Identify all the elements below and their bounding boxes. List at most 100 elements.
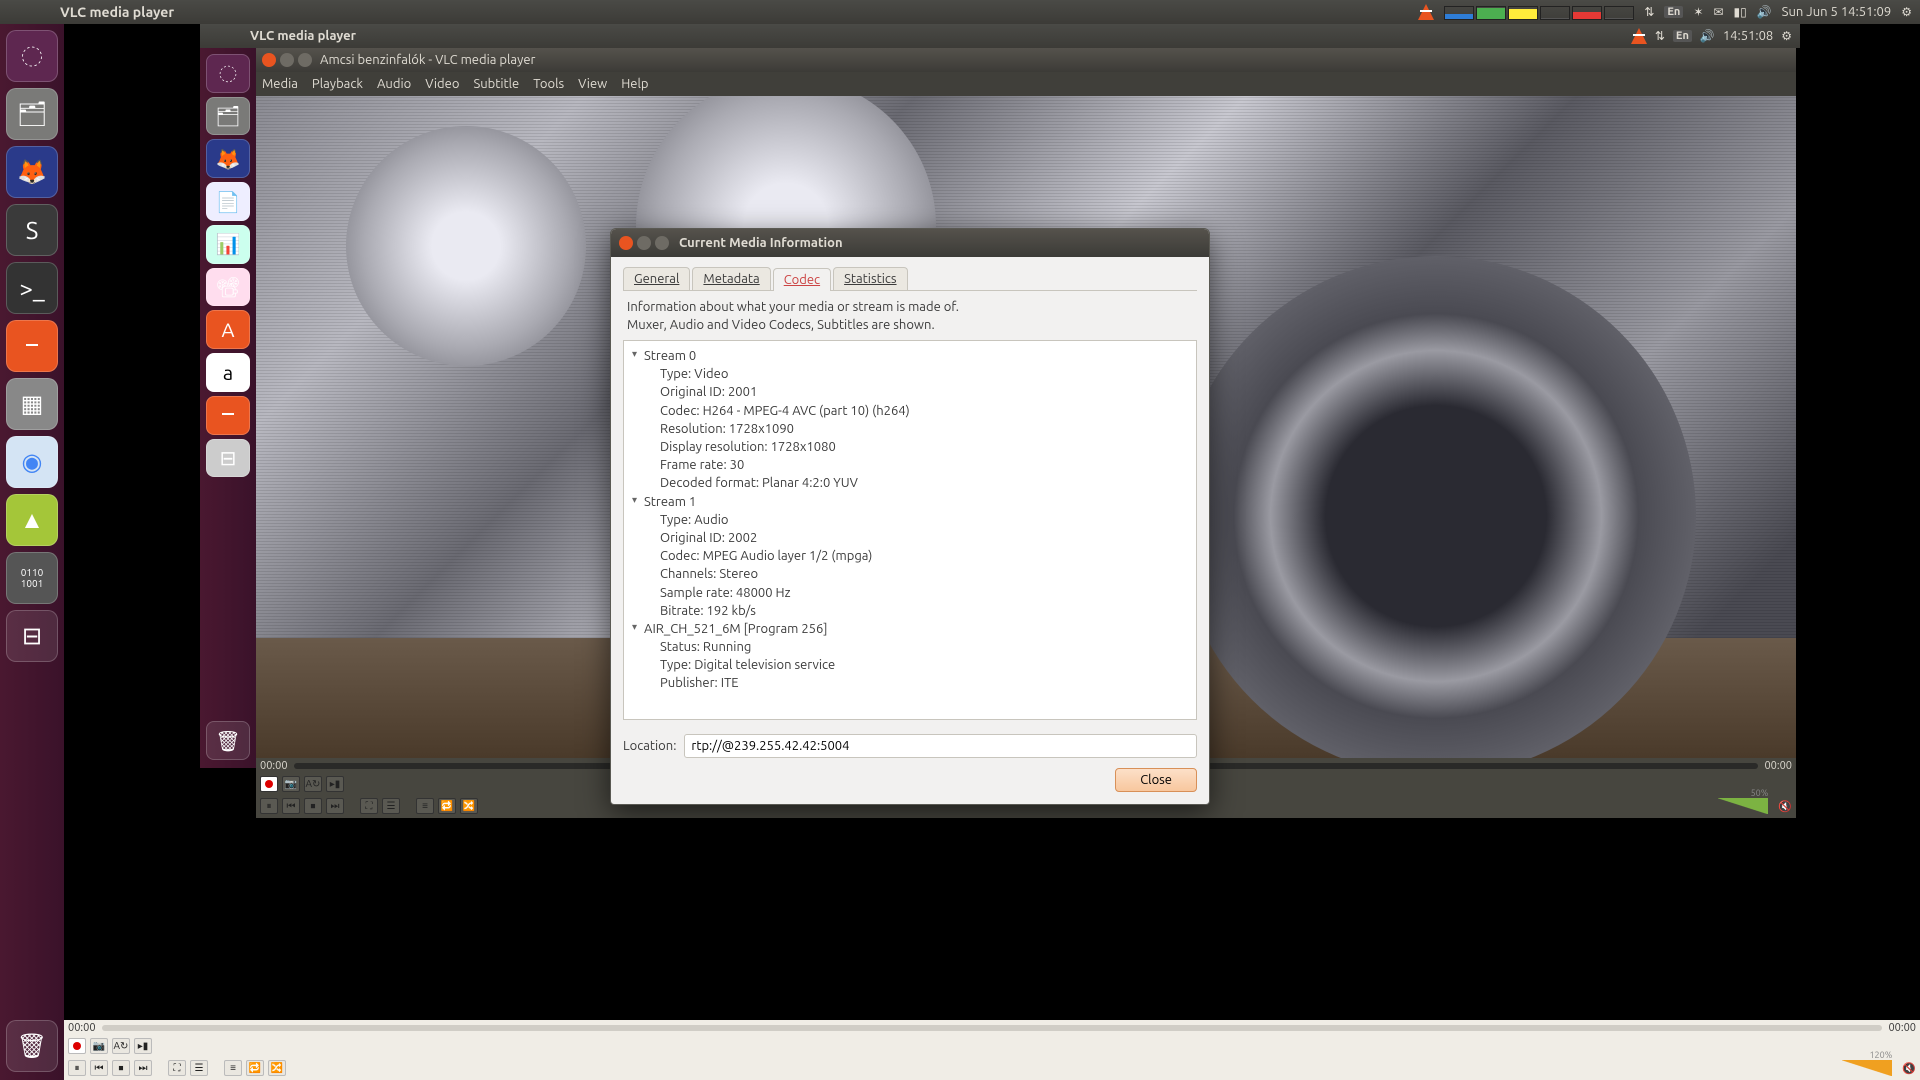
menu-media[interactable]: Media bbox=[262, 77, 298, 91]
terminal-icon[interactable]: >_ bbox=[6, 262, 58, 314]
impress-icon-inner[interactable]: 📽 bbox=[206, 268, 250, 307]
disk-icon[interactable]: ⊟ bbox=[6, 610, 58, 662]
extended-settings-button-outer[interactable]: ☰ bbox=[190, 1060, 208, 1076]
window-close-icon[interactable] bbox=[262, 53, 276, 67]
tab-codec[interactable]: Codec bbox=[773, 268, 831, 291]
firefox-icon[interactable]: 🦊 bbox=[6, 146, 58, 198]
time-total-outer[interactable]: 00:00 bbox=[1888, 1022, 1916, 1034]
dash-icon[interactable]: ◌ bbox=[6, 30, 58, 82]
android-studio-icon[interactable]: ▲ bbox=[6, 494, 58, 546]
files-icon-inner[interactable]: 🗂 bbox=[206, 97, 250, 136]
loop-button-outer[interactable]: 🔁 bbox=[246, 1060, 264, 1076]
loop-ab-button-outer[interactable]: A↻ bbox=[112, 1038, 130, 1054]
keyboard-indicator[interactable]: En bbox=[1664, 6, 1683, 18]
previous-button-outer[interactable]: ⏮ bbox=[90, 1060, 108, 1076]
menu-playback[interactable]: Playback bbox=[312, 77, 363, 91]
shuffle-button[interactable]: 🔀 bbox=[460, 798, 478, 814]
pause-button[interactable]: ⏸ bbox=[260, 798, 278, 814]
snapshot-button[interactable]: 📷 bbox=[282, 776, 300, 792]
volume-icon[interactable]: 🔊 bbox=[1757, 5, 1772, 19]
window-maximize-icon[interactable] bbox=[298, 53, 312, 67]
binary-editor-icon[interactable]: 01101001 bbox=[6, 552, 58, 604]
volume-slider-outer[interactable]: 120% bbox=[1842, 1060, 1892, 1076]
bluetooth-icon[interactable]: ✶ bbox=[1693, 5, 1703, 19]
stream-0-header[interactable]: Stream 0 bbox=[632, 347, 1188, 365]
clock-inner[interactable]: 14:51:08 bbox=[1723, 29, 1773, 43]
menu-help[interactable]: Help bbox=[621, 77, 648, 91]
pause-button-outer[interactable]: ⏸ bbox=[68, 1060, 86, 1076]
amazon-icon-inner[interactable]: a bbox=[206, 353, 250, 392]
location-input[interactable] bbox=[684, 734, 1197, 758]
dialog-minimize-icon[interactable] bbox=[637, 236, 651, 250]
network-icon-inner[interactable]: ⇅ bbox=[1655, 29, 1665, 43]
firefox-icon-inner[interactable]: 🦊 bbox=[206, 139, 250, 178]
menu-tools[interactable]: Tools bbox=[533, 77, 564, 91]
time-elapsed-outer[interactable]: 00:00 bbox=[68, 1022, 96, 1034]
frame-step-button[interactable]: ▸▮ bbox=[326, 776, 344, 792]
mute-icon-outer[interactable]: 🔇 bbox=[1902, 1062, 1916, 1075]
disk-icon-inner[interactable]: ⊟ bbox=[206, 439, 250, 478]
loop-ab-button[interactable]: A↻ bbox=[304, 776, 322, 792]
extended-settings-button[interactable]: ☰ bbox=[382, 798, 400, 814]
fullscreen-button[interactable]: ⛶ bbox=[360, 798, 378, 814]
volume-icon-inner[interactable]: 🔊 bbox=[1700, 29, 1715, 43]
previous-button[interactable]: ⏮ bbox=[282, 798, 300, 814]
vlc-tray-icon-inner[interactable] bbox=[1631, 28, 1647, 44]
session-gear-icon-inner[interactable]: ⚙ bbox=[1781, 29, 1792, 43]
next-button[interactable]: ⏭ bbox=[326, 798, 344, 814]
playlist-button[interactable]: ≡ bbox=[416, 798, 434, 814]
vlc-icon[interactable] bbox=[6, 320, 58, 372]
calc-icon-inner[interactable]: 📊 bbox=[206, 225, 250, 264]
window-minimize-icon[interactable] bbox=[280, 53, 294, 67]
record-button-outer[interactable] bbox=[68, 1038, 86, 1054]
next-button-outer[interactable]: ⏭ bbox=[134, 1060, 152, 1076]
dialog-maximize-icon[interactable] bbox=[655, 236, 669, 250]
tab-statistics[interactable]: Statistics bbox=[833, 267, 907, 290]
vlc-tray-icon[interactable] bbox=[1418, 4, 1434, 20]
frame-step-button-outer[interactable]: ▸▮ bbox=[134, 1038, 152, 1054]
sublime-icon[interactable]: S bbox=[6, 204, 58, 256]
dialog-titlebar[interactable]: Current Media Information bbox=[611, 229, 1209, 257]
network-icon[interactable]: ⇅ bbox=[1644, 5, 1654, 19]
mute-icon-inner[interactable]: 🔇 bbox=[1778, 800, 1792, 813]
stream-1-header[interactable]: Stream 1 bbox=[632, 493, 1188, 511]
loop-button[interactable]: 🔁 bbox=[438, 798, 456, 814]
time-total-inner[interactable]: 00:00 bbox=[1764, 760, 1792, 772]
fullscreen-button-outer[interactable]: ⛶ bbox=[168, 1060, 186, 1076]
menu-video[interactable]: Video bbox=[425, 77, 459, 91]
close-button[interactable]: Close bbox=[1115, 768, 1197, 792]
stop-button[interactable]: ⏹ bbox=[304, 798, 322, 814]
playlist-button-outer[interactable]: ≡ bbox=[224, 1060, 242, 1076]
codec-tree[interactable]: Stream 0 Type: Video Original ID: 2001 C… bbox=[623, 340, 1197, 720]
tab-general[interactable]: General bbox=[623, 267, 690, 290]
trash-icon[interactable]: 🗑 bbox=[6, 1020, 58, 1072]
dash-icon-inner[interactable]: ◌ bbox=[206, 54, 250, 93]
tab-metadata[interactable]: Metadata bbox=[692, 267, 770, 290]
seek-slider-outer[interactable] bbox=[102, 1025, 1883, 1031]
record-button[interactable] bbox=[260, 776, 278, 792]
system-monitor-applet[interactable] bbox=[1444, 4, 1634, 20]
vlc-titlebar[interactable]: Amcsi benzinfalók - VLC media player bbox=[256, 48, 1796, 72]
menu-audio[interactable]: Audio bbox=[377, 77, 411, 91]
volume-slider-inner[interactable]: 50% bbox=[1718, 798, 1768, 814]
trash-icon-inner[interactable]: 🗑 bbox=[206, 721, 250, 760]
menu-view[interactable]: View bbox=[578, 77, 607, 91]
menu-subtitle[interactable]: Subtitle bbox=[473, 77, 519, 91]
writer-icon-inner[interactable]: 📄 bbox=[206, 182, 250, 221]
messages-icon[interactable]: ✉ bbox=[1713, 5, 1723, 19]
software-center-icon-inner[interactable]: A bbox=[206, 310, 250, 349]
chromium-icon[interactable]: ◉ bbox=[6, 436, 58, 488]
vlc-icon-inner[interactable] bbox=[206, 396, 250, 435]
session-gear-icon[interactable]: ⚙ bbox=[1901, 5, 1912, 19]
stop-button-outer[interactable]: ⏹ bbox=[112, 1060, 130, 1076]
shuffle-button-outer[interactable]: 🔀 bbox=[268, 1060, 286, 1076]
files-icon[interactable]: 🗂 bbox=[6, 88, 58, 140]
snapshot-button-outer[interactable]: 📷 bbox=[90, 1038, 108, 1054]
calculator-icon[interactable]: ▦ bbox=[6, 378, 58, 430]
program-header[interactable]: AIR_CH_521_6M [Program 256] bbox=[632, 620, 1188, 638]
time-elapsed-inner[interactable]: 00:00 bbox=[260, 760, 288, 772]
battery-icon[interactable]: ▮▯ bbox=[1734, 5, 1747, 19]
clock[interactable]: Sun Jun 5 14:51:09 bbox=[1782, 5, 1892, 19]
keyboard-indicator-inner[interactable]: En bbox=[1673, 30, 1692, 42]
dialog-close-icon[interactable] bbox=[619, 236, 633, 250]
